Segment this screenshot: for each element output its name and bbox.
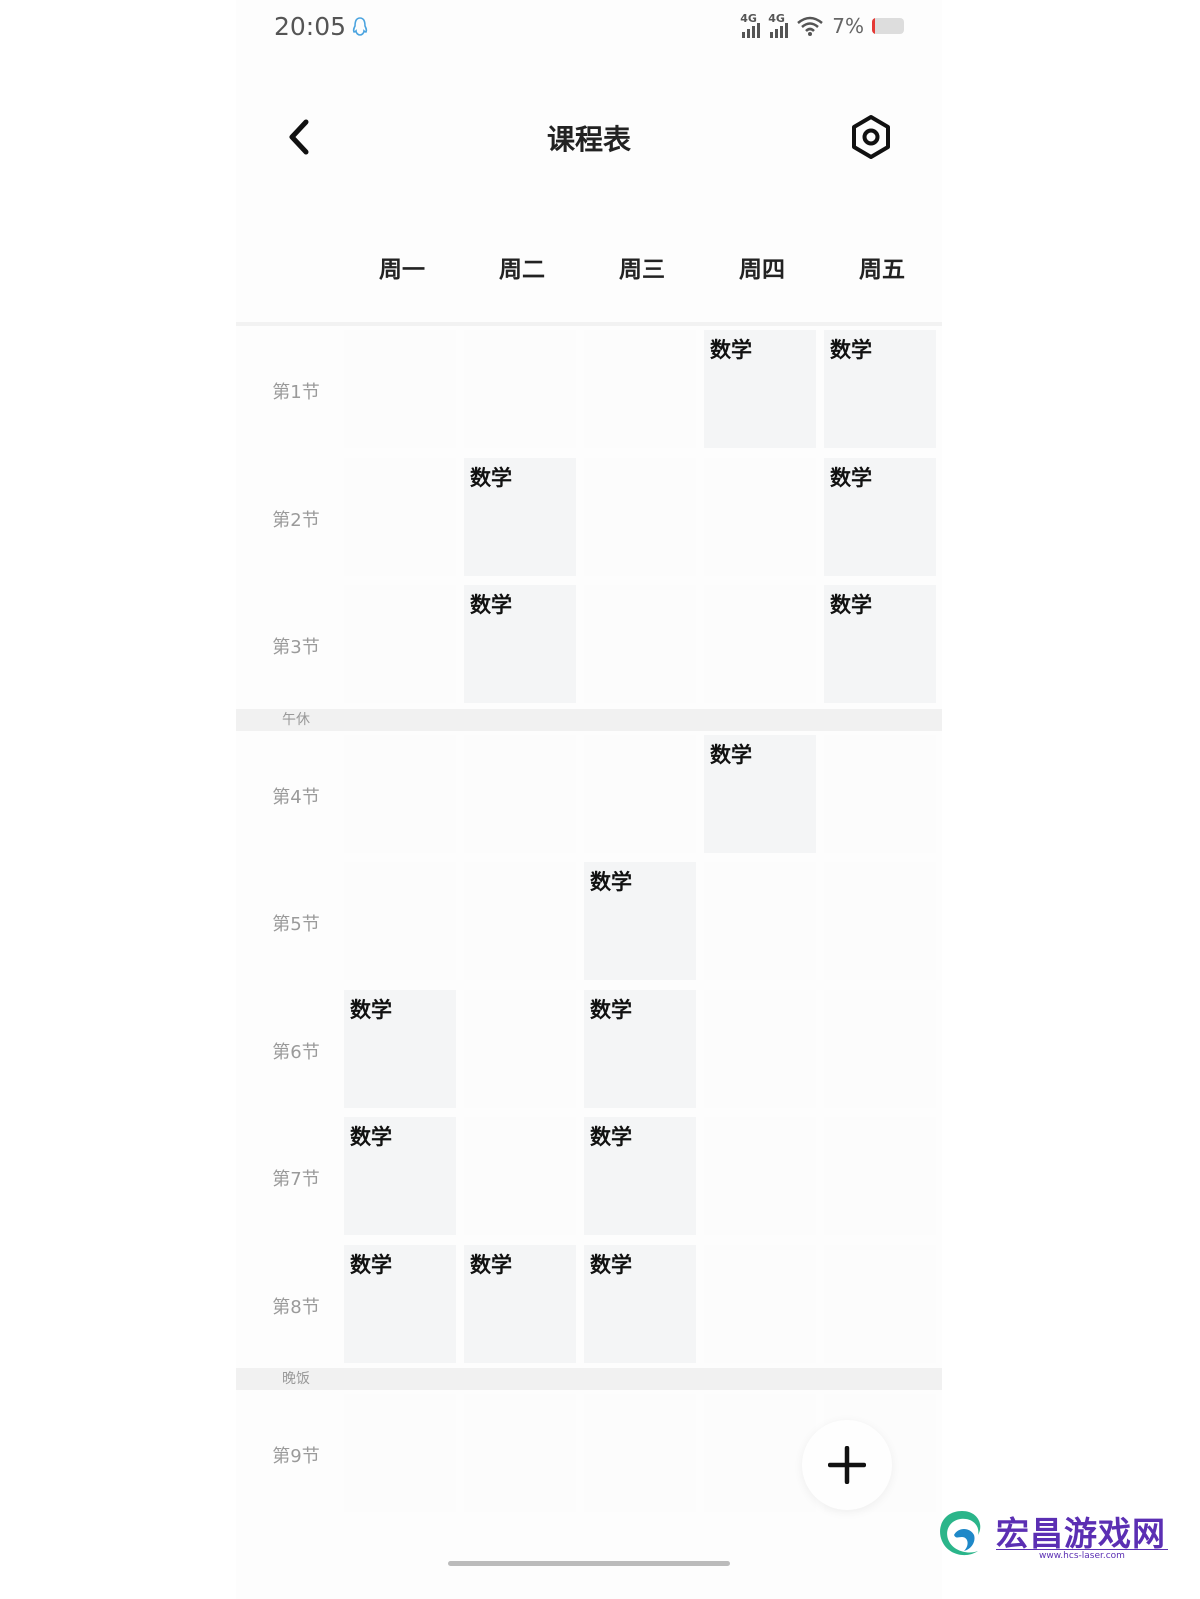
home-indicator[interactable]: [448, 1561, 730, 1566]
empty-cell[interactable]: [824, 862, 936, 980]
course-name: 数学: [590, 1125, 632, 1149]
period-label: 第4节: [272, 787, 320, 808]
course-cell[interactable]: 数学: [344, 1245, 456, 1363]
period-label: 第7节: [272, 1169, 320, 1190]
empty-cell[interactable]: [584, 585, 696, 703]
period-label: 第8节: [272, 1297, 320, 1318]
empty-cell[interactable]: [344, 1394, 456, 1512]
empty-cell[interactable]: [584, 458, 696, 576]
add-course-button[interactable]: [802, 1420, 892, 1510]
watermark-text: 宏昌游戏网: [996, 1514, 1166, 1553]
watermark-url: www.hcs-laser.com: [996, 1549, 1168, 1561]
course-cell[interactable]: 数学: [344, 1117, 456, 1235]
empty-cell[interactable]: [344, 330, 456, 448]
course-cell[interactable]: 数学: [464, 1245, 576, 1363]
break-label: 晚饭: [282, 1371, 310, 1387]
empty-cell[interactable]: [824, 1245, 936, 1363]
course-name: 数学: [470, 593, 512, 617]
course-cell[interactable]: 数学: [584, 990, 696, 1108]
empty-cell[interactable]: [704, 585, 816, 703]
empty-cell[interactable]: [464, 990, 576, 1108]
empty-cell[interactable]: [704, 862, 816, 980]
course-cell[interactable]: 数学: [584, 862, 696, 980]
empty-cell[interactable]: [704, 1245, 816, 1363]
empty-cell[interactable]: [464, 1394, 576, 1512]
course-cell[interactable]: 数学: [824, 585, 936, 703]
empty-cell[interactable]: [704, 458, 816, 576]
period-label: 第1节: [272, 382, 320, 403]
course-cell[interactable]: 数学: [584, 1245, 696, 1363]
empty-cell[interactable]: [584, 735, 696, 853]
course-cell[interactable]: 数学: [584, 1117, 696, 1235]
break-row-lunch: 午休: [236, 709, 942, 731]
course-name: 数学: [350, 998, 392, 1022]
empty-cell[interactable]: [464, 330, 576, 448]
course-name: 数学: [830, 466, 872, 490]
break-row-dinner: 晚饭: [236, 1368, 942, 1390]
course-cell[interactable]: 数学: [824, 330, 936, 448]
course-cell[interactable]: 数学: [344, 990, 456, 1108]
empty-cell[interactable]: [464, 735, 576, 853]
empty-cell[interactable]: [344, 735, 456, 853]
course-name: 数学: [830, 338, 872, 362]
watermark: 宏昌游戏网 www.hcs-laser.com: [932, 1505, 1172, 1565]
course-name: 数学: [590, 998, 632, 1022]
swirl-logo-icon: [940, 1511, 981, 1556]
course-cell[interactable]: 数学: [824, 458, 936, 576]
period-label: 第3节: [272, 637, 320, 658]
empty-cell[interactable]: [344, 862, 456, 980]
empty-cell[interactable]: [704, 1117, 816, 1235]
period-label: 第5节: [272, 914, 320, 935]
empty-cell[interactable]: [824, 1117, 936, 1235]
empty-cell[interactable]: [704, 1394, 816, 1512]
phone-screen: 20:05 4G 4G 7% 课程表 周一 周二 周三 周四 周五 第1节 数学…: [236, 0, 942, 1599]
empty-cell[interactable]: [464, 1117, 576, 1235]
course-cell[interactable]: 数学: [704, 330, 816, 448]
course-name: 数学: [710, 743, 752, 767]
course-cell[interactable]: 数学: [464, 585, 576, 703]
period-label: 第9节: [272, 1446, 320, 1467]
timetable-grid: 第1节 数学 数学 第2节 数学 数学 第3节 数学 数学 第4节 数学 第5节 数学 第6节 数学 数学 第7…: [236, 0, 942, 1599]
empty-cell[interactable]: [584, 1394, 696, 1512]
empty-cell[interactable]: [824, 990, 936, 1108]
course-name: 数学: [710, 338, 752, 362]
empty-cell[interactable]: [704, 990, 816, 1108]
empty-cell[interactable]: [344, 585, 456, 703]
course-name: 数学: [590, 870, 632, 894]
course-cell[interactable]: 数学: [464, 458, 576, 576]
plus-icon: [828, 1446, 866, 1484]
course-name: 数学: [830, 593, 872, 617]
empty-cell[interactable]: [584, 330, 696, 448]
empty-cell[interactable]: [344, 458, 456, 576]
period-label: 第6节: [272, 1042, 320, 1063]
break-label: 午休: [282, 712, 310, 728]
course-name: 数学: [350, 1253, 392, 1277]
period-label: 第2节: [272, 510, 320, 531]
course-name: 数学: [470, 466, 512, 490]
course-name: 数学: [470, 1253, 512, 1277]
empty-cell[interactable]: [464, 862, 576, 980]
course-name: 数学: [350, 1125, 392, 1149]
course-name: 数学: [590, 1253, 632, 1277]
course-cell[interactable]: 数学: [704, 735, 816, 853]
empty-cell[interactable]: [824, 735, 936, 853]
